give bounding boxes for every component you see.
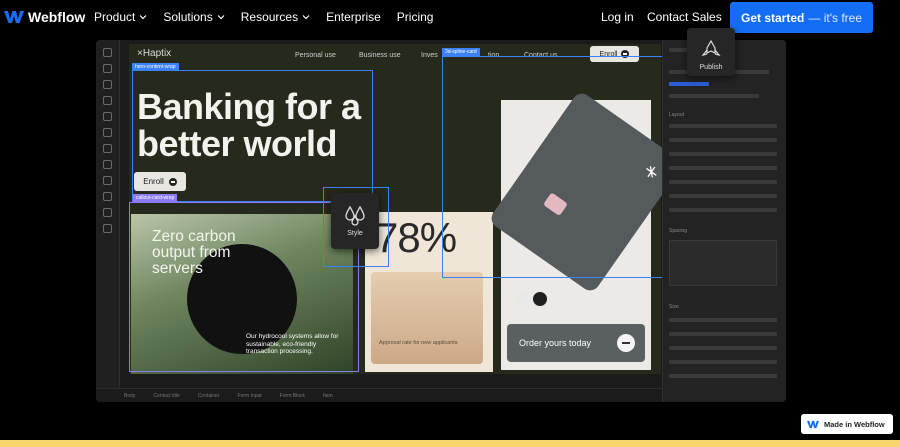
publish-popover-label: Publish bbox=[699, 64, 723, 71]
stat-caption: Approval rate for new applicants bbox=[379, 340, 458, 346]
nav-label: Pricing bbox=[396, 10, 434, 24]
site-nav-business[interactable]: Business use bbox=[359, 52, 401, 59]
spline-selection-tag: 3d-spline-card bbox=[442, 48, 480, 56]
contact-sales-link[interactable]: Contact Sales bbox=[647, 10, 722, 24]
login-link[interactable]: Log in bbox=[601, 10, 634, 24]
chevron-down-icon bbox=[217, 15, 225, 20]
nav-label: Product bbox=[94, 10, 136, 24]
symbols-icon[interactable] bbox=[103, 128, 112, 137]
style-popover-label: Style bbox=[347, 229, 363, 237]
cms-icon[interactable] bbox=[103, 96, 112, 105]
arrow-right-icon bbox=[617, 334, 635, 352]
get-started-button[interactable]: Get started — it's free bbox=[730, 2, 873, 33]
made-in-webflow-badge[interactable]: Made in Webflow bbox=[801, 414, 893, 434]
publish-popover[interactable]: Publish bbox=[687, 28, 735, 76]
webflow-logo-icon bbox=[4, 11, 24, 23]
top-navigation: Webflow Product Solutions Resources Ente… bbox=[0, 0, 900, 36]
settings-icon[interactable] bbox=[103, 144, 112, 153]
site-logo[interactable]: ×Haptix bbox=[137, 48, 171, 59]
badge-label: Made in Webflow bbox=[824, 419, 885, 429]
nav-item-enterprise[interactable]: Enterprise bbox=[326, 10, 381, 24]
callout-selection-tag: callout-card-wrap bbox=[133, 194, 178, 202]
nav-label: Resources bbox=[240, 10, 299, 24]
order-button-label: Order yours today bbox=[519, 338, 592, 348]
size-section-label: Size bbox=[669, 304, 679, 310]
style-popover[interactable]: Style bbox=[331, 193, 379, 249]
breadcrumb-item[interactable]: Contact title bbox=[153, 393, 179, 399]
primary-nav: Product Solutions Resources Enterprise P… bbox=[94, 10, 449, 24]
hero-selection-tag: hero-content-wrap bbox=[132, 63, 179, 71]
designer-preview: ×Haptix Personal use Business use Inves … bbox=[96, 40, 786, 402]
pages-icon[interactable] bbox=[103, 80, 112, 89]
nav-item-resources[interactable]: Resources bbox=[241, 10, 310, 24]
assets-icon[interactable] bbox=[103, 112, 112, 121]
nav-item-product[interactable]: Product bbox=[94, 10, 147, 24]
webflow-logo-icon bbox=[807, 420, 819, 428]
style-panel: Layout Spacing Size bbox=[662, 40, 786, 402]
apps-icon[interactable] bbox=[103, 208, 112, 217]
cta-label: Get started bbox=[741, 10, 805, 25]
nav-label: Enterprise bbox=[326, 10, 381, 24]
site-canvas[interactable]: ×Haptix Personal use Business use Inves … bbox=[129, 44, 685, 374]
nav-item-pricing[interactable]: Pricing bbox=[397, 10, 434, 24]
droplets-icon bbox=[345, 205, 365, 226]
breadcrumb-item[interactable]: Item bbox=[323, 393, 333, 399]
color-swatch-light[interactable] bbox=[515, 292, 529, 306]
users-icon[interactable] bbox=[103, 176, 112, 185]
brand-link[interactable]: Webflow bbox=[4, 9, 85, 25]
logic-icon[interactable] bbox=[103, 192, 112, 201]
navigator-icon[interactable] bbox=[103, 64, 112, 73]
breadcrumb-bar: Body Contact title Container Form Input … bbox=[96, 388, 662, 402]
breadcrumb-item[interactable]: Body bbox=[124, 393, 135, 399]
chevron-down-icon bbox=[302, 15, 310, 20]
order-button[interactable]: Order yours today bbox=[507, 324, 645, 362]
spacing-section-label: Spacing bbox=[669, 228, 688, 234]
rocket-icon bbox=[701, 40, 721, 57]
spline-selection-outline bbox=[442, 56, 675, 278]
breadcrumb-item[interactable]: Container bbox=[198, 393, 220, 399]
breadcrumb-item[interactable]: Form Input bbox=[238, 393, 262, 399]
cta-sublabel: — it's free bbox=[808, 10, 862, 25]
hero-selection-outline bbox=[132, 70, 373, 202]
ecommerce-icon[interactable] bbox=[103, 160, 112, 169]
help-icon[interactable] bbox=[103, 224, 112, 233]
site-nav-invest[interactable]: Inves bbox=[421, 52, 438, 59]
add-panel-icon[interactable] bbox=[103, 48, 112, 57]
breadcrumb-item[interactable]: Form Block bbox=[280, 393, 305, 399]
site-nav-personal[interactable]: Personal use bbox=[295, 52, 336, 59]
brand-name: Webflow bbox=[28, 9, 86, 25]
color-swatch-dark[interactable] bbox=[533, 292, 547, 306]
designer-left-toolbar bbox=[96, 40, 120, 402]
announcement-strip bbox=[0, 440, 900, 447]
chevron-down-icon bbox=[139, 15, 147, 20]
nav-item-solutions[interactable]: Solutions bbox=[163, 10, 225, 24]
stat-card-panel bbox=[371, 272, 483, 364]
nav-label: Solutions bbox=[163, 10, 213, 24]
layout-section-label: Layout bbox=[669, 112, 685, 118]
